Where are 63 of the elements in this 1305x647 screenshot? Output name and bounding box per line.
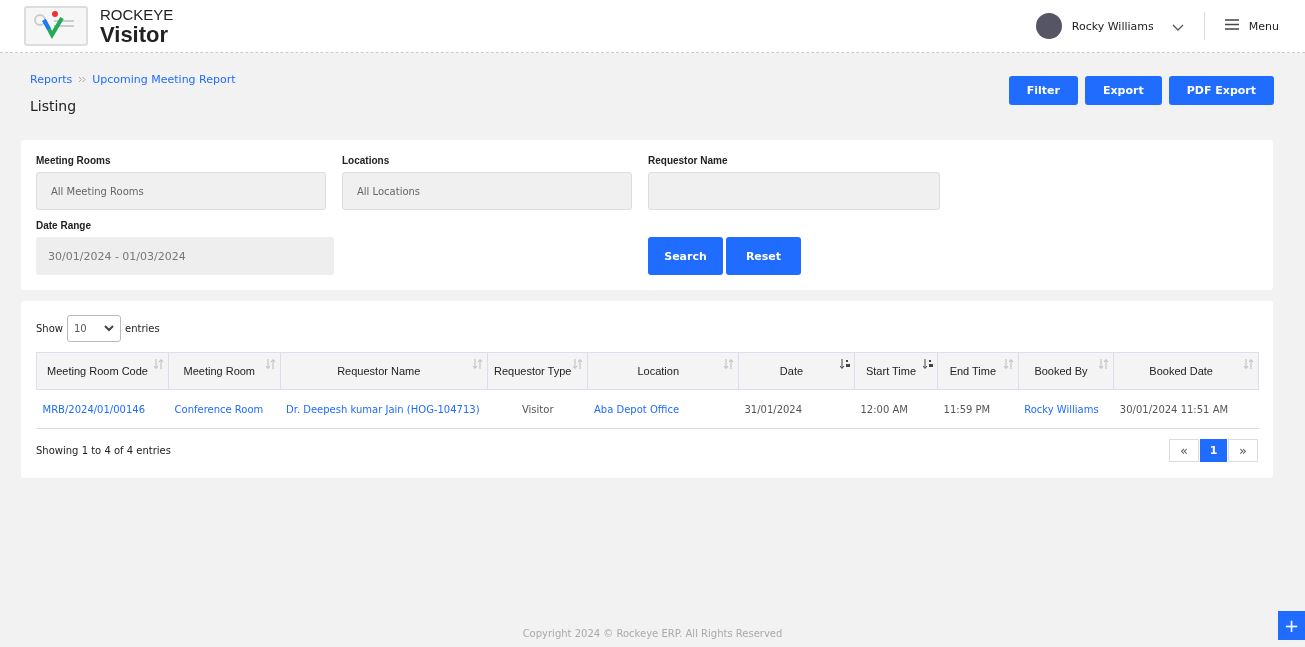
table-info: Showing 1 to 4 of 4 entries: [36, 445, 171, 456]
page-title: Listing: [30, 98, 78, 114]
page-size-select[interactable]: 10: [67, 315, 121, 342]
menu-icon: [1224, 19, 1239, 33]
column-header[interactable]: Booked By: [1018, 352, 1114, 390]
column-header[interactable]: Start Time: [854, 352, 938, 390]
column-header[interactable]: Meeting Room: [168, 352, 280, 390]
select-field[interactable]: All Meeting Rooms: [36, 172, 326, 210]
column-header[interactable]: Date: [738, 352, 855, 390]
action-button[interactable]: Filter: [1008, 76, 1078, 105]
logo-icon: [24, 6, 88, 46]
menu-button[interactable]: Menu: [1218, 18, 1285, 34]
sort-icon[interactable]: [154, 359, 165, 371]
sort-icon[interactable]: [1244, 359, 1254, 371]
copyright-text: Copyright 2024 © Rockeye ERP. All Rights Reserved: [522, 628, 783, 639]
brand-name: ROCKEYE: [100, 6, 174, 22]
table-cell: 11:59 PM: [937, 389, 1019, 429]
table-link[interactable]: Aba Depot Office: [594, 403, 680, 415]
table-link[interactable]: MRB/2024/01/00146: [42, 403, 146, 415]
app-name: Visitor: [100, 23, 170, 46]
table-cell: 12:00 AM: [854, 389, 938, 429]
sort-icon[interactable]: [1003, 359, 1014, 371]
select-field[interactable]: All Locations: [342, 172, 632, 210]
sort-icon[interactable]: [1099, 359, 1110, 371]
pagination-button[interactable]: »: [1228, 439, 1258, 462]
column-header[interactable]: End Time: [937, 352, 1019, 390]
action-button[interactable]: PDF Export: [1168, 76, 1274, 105]
field-label: Requestor Name: [648, 155, 729, 166]
sort-descending-icon[interactable]: [923, 359, 934, 371]
entries-label: entries: [125, 323, 160, 334]
sort-descending-icon[interactable]: [839, 359, 850, 371]
user-avatar[interactable]: [1035, 13, 1062, 39]
search-button[interactable]: Search: [648, 237, 723, 275]
show-label: Show: [36, 323, 63, 334]
pagination-button[interactable]: «: [1169, 439, 1199, 462]
user-name[interactable]: Rocky Williams: [1071, 19, 1172, 33]
date-range-field[interactable]: 30/01/2024 - 01/03/2024: [36, 237, 334, 275]
table-link[interactable]: Dr. Deepesh kumar Jain (HOG-104713): [286, 403, 480, 415]
reset-button[interactable]: Reset: [726, 237, 801, 275]
table-cell: 30/01/2024 11:51 AM: [1113, 389, 1259, 429]
chevron-down-icon: [104, 323, 114, 334]
table-cell: 31/01/2024: [738, 389, 855, 429]
column-header[interactable]: Booked Date: [1113, 352, 1259, 390]
table-link[interactable]: Conference Room: [174, 403, 264, 415]
field-label: Locations: [342, 155, 391, 166]
action-button[interactable]: Export: [1085, 76, 1162, 105]
breadcrumb-link[interactable]: Reports: [30, 73, 73, 86]
breadcrumb-link[interactable]: Upcoming Meeting Report: [92, 73, 236, 86]
add-button[interactable]: +: [1278, 611, 1305, 640]
table-cell: Visitor: [487, 389, 588, 429]
input-field[interactable]: [648, 172, 940, 210]
column-header[interactable]: Meeting Room Code: [36, 352, 169, 390]
field-label: Meeting Rooms: [36, 155, 112, 166]
column-header[interactable]: Requestor Type: [487, 352, 588, 390]
sort-icon[interactable]: [573, 359, 584, 371]
sort-icon[interactable]: [265, 359, 276, 371]
table-link[interactable]: Rocky Williams: [1024, 403, 1099, 415]
sort-icon[interactable]: [723, 359, 734, 371]
sort-icon[interactable]: [473, 359, 483, 371]
pagination-button[interactable]: 1: [1200, 439, 1227, 462]
column-header[interactable]: Requestor Name: [280, 352, 488, 390]
field-label: Date Range: [36, 220, 92, 231]
column-header[interactable]: Location: [588, 352, 739, 390]
